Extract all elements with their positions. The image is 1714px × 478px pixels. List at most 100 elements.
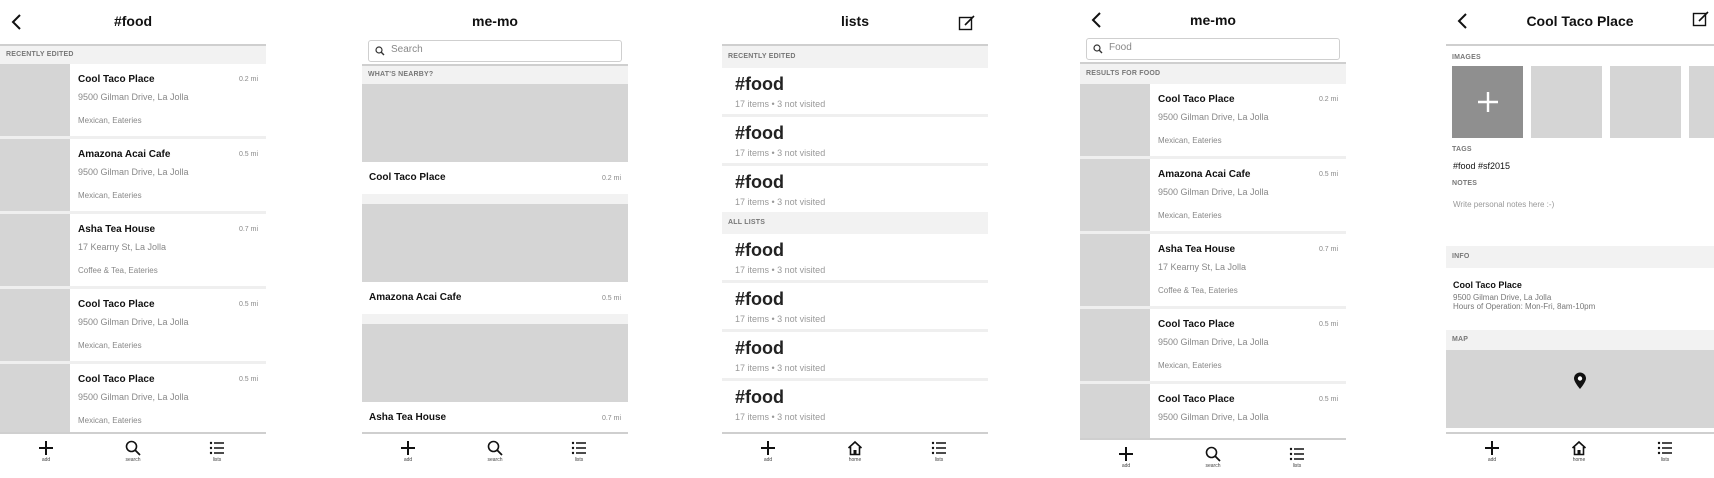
card-divider (362, 314, 628, 324)
page-title: Cool Taco Place (1526, 13, 1634, 29)
place-name: Amazona Acai Cafe (369, 292, 462, 303)
search-input[interactable] (1107, 41, 1311, 54)
list-item[interactable]: Asha Tea House 0.7 mi 17 Kearny St, La J… (1080, 234, 1346, 309)
tab-lists-label: lists (1292, 463, 1302, 469)
place-address: 17 Kearny St, La Jolla (78, 242, 167, 252)
search-icon (125, 440, 141, 456)
list-item[interactable]: Cool Taco Place 0.5 mi 9500 Gilman Drive… (0, 289, 266, 364)
tab-lists[interactable]: lists (559, 440, 599, 463)
tab-add[interactable]: add (748, 440, 788, 463)
page-title: lists (840, 13, 869, 29)
place-address: 9500 Gilman Drive, La Jolla (1158, 187, 1269, 197)
tab-bar: add home lists (722, 432, 988, 478)
info-place-name: Cool Taco Place (1453, 280, 1522, 290)
list-name: #food (735, 289, 784, 309)
tab-lists[interactable]: lists (1645, 440, 1685, 463)
gallery-image[interactable] (1531, 66, 1602, 138)
map[interactable] (1446, 350, 1714, 428)
search-input[interactable] (389, 43, 593, 56)
tab-search[interactable]: search (475, 440, 515, 463)
tab-home[interactable]: home (835, 440, 875, 463)
list-icon (571, 441, 586, 455)
notes-field[interactable]: Write personal notes here :-) (1446, 192, 1714, 246)
tab-add[interactable]: add (1106, 446, 1146, 469)
place-address: 9500 Gilman Drive, La Jolla (1158, 112, 1269, 122)
tab-add-label: add (403, 457, 413, 463)
tab-add[interactable]: add (26, 440, 66, 463)
tab-lists-label: lists (1660, 457, 1670, 463)
section-header-recently-edited: RECENTLY EDITED (722, 46, 988, 68)
place-thumbnail (0, 64, 70, 136)
list-item[interactable]: Cool Taco Place 0.5 mi 9500 Gilman Drive… (1080, 309, 1346, 384)
tab-search-label: search (487, 457, 503, 463)
add-image-button[interactable] (1452, 66, 1523, 138)
place-distance: 0.7 mi (601, 415, 621, 422)
list-item[interactable]: Amazona Acai Cafe 0.5 mi 9500 Gilman Dri… (0, 139, 266, 214)
tab-lists[interactable]: lists (919, 440, 959, 463)
home-icon (847, 440, 863, 456)
tags-value[interactable]: #food #sf2015 (1446, 158, 1714, 176)
card-divider (362, 194, 628, 204)
list-item[interactable]: #food 17 items • 3 not visited (722, 283, 988, 332)
tab-lists-label: lists (574, 457, 584, 463)
list-item[interactable]: Cool Taco Place 0.2 mi 9500 Gilman Drive… (1080, 84, 1346, 159)
list-item[interactable]: Asha Tea House 0.7 mi 17 Kearny St, La J… (0, 214, 266, 289)
section-header-tags: TAGS (1452, 146, 1472, 153)
list-item[interactable]: Cool Taco Place 0.5 mi 9500 Gilman Drive… (0, 364, 266, 439)
gallery-image[interactable] (1610, 66, 1681, 138)
tab-home[interactable]: home (1559, 440, 1599, 463)
section-header-recently-edited: RECENTLY EDITED (0, 46, 266, 64)
list-item[interactable]: #food 17 items • 3 not visited (722, 332, 988, 381)
tab-search[interactable]: search (113, 440, 153, 463)
tab-bar: add search lists (1080, 438, 1346, 478)
place-thumbnail (1080, 84, 1150, 156)
home-icon (1571, 440, 1587, 456)
list-item[interactable]: #food 17 items • 3 not visited (722, 166, 988, 212)
list-item[interactable]: Cool Taco Place 0.2 mi 9500 Gilman Drive… (0, 64, 266, 139)
tab-lists[interactable]: lists (1277, 446, 1317, 469)
place-thumbnail (0, 289, 70, 361)
tab-lists[interactable]: lists (197, 440, 237, 463)
list-item[interactable]: #food 17 items • 3 not visited (722, 381, 988, 427)
screen-home: me-mo WHAT'S NEARBY? Cool Taco Place 0.2… (362, 0, 628, 478)
place-distance: 0.5 mi (238, 376, 258, 383)
list-item[interactable]: Amazona Acai Cafe 0.5 mi 9500 Gilman Dri… (1080, 159, 1346, 234)
search-icon (1205, 446, 1221, 462)
list-item[interactable]: #food 17 items • 3 not visited (722, 117, 988, 166)
info-block: Cool Taco Place 9500 Gilman Drive, La Jo… (1446, 268, 1714, 330)
nearby-card[interactable]: Asha Tea House 0.7 mi (362, 324, 628, 434)
search-icon (1093, 44, 1103, 54)
place-thumbnail (1080, 309, 1150, 381)
place-distance: 0.2 mi (601, 175, 621, 182)
place-image (362, 204, 628, 282)
section-header-results: RESULTS FOR FOOD (1080, 64, 1346, 84)
edit-icon[interactable] (1692, 10, 1710, 28)
tab-search[interactable]: search (1193, 446, 1233, 469)
tab-bar: add home lists (1446, 432, 1714, 478)
list-item[interactable]: #food 17 items • 3 not visited (722, 234, 988, 283)
place-name: Asha Tea House (1158, 244, 1236, 255)
new-list-icon[interactable] (958, 14, 976, 32)
gallery-image[interactable] (1689, 66, 1714, 138)
tab-add[interactable]: add (1472, 440, 1512, 463)
tab-add-label: add (41, 457, 51, 463)
place-distance: 0.7 mi (238, 226, 258, 233)
list-name: #food (735, 123, 784, 143)
search-bar[interactable] (1086, 38, 1340, 60)
search-bar[interactable] (368, 40, 622, 62)
tab-add[interactable]: add (388, 440, 428, 463)
place-name: Amazona Acai Cafe (78, 149, 171, 160)
plus-icon (761, 441, 775, 455)
place-category: Mexican, Eateries (78, 416, 142, 425)
nearby-card[interactable]: Amazona Acai Cafe 0.5 mi (362, 204, 628, 314)
tab-home-label: home (848, 457, 862, 463)
list-item[interactable]: #food 17 items • 3 not visited (722, 68, 988, 117)
list-meta: 17 items • 3 not visited (735, 314, 826, 324)
nearby-card[interactable]: Cool Taco Place 0.2 mi (362, 84, 628, 194)
place-name: Amazona Acai Cafe (1158, 169, 1251, 180)
place-distance: 0.5 mi (1318, 171, 1338, 178)
screen-food-list: #food RECENTLY EDITED Cool Taco Place 0.… (0, 0, 266, 478)
tab-search-label: search (1205, 463, 1221, 469)
place-address: 9500 Gilman Drive, La Jolla (1158, 412, 1269, 422)
screen-place-detail: Cool Taco Place IMAGES TAGS #food #sf201… (1446, 0, 1714, 478)
